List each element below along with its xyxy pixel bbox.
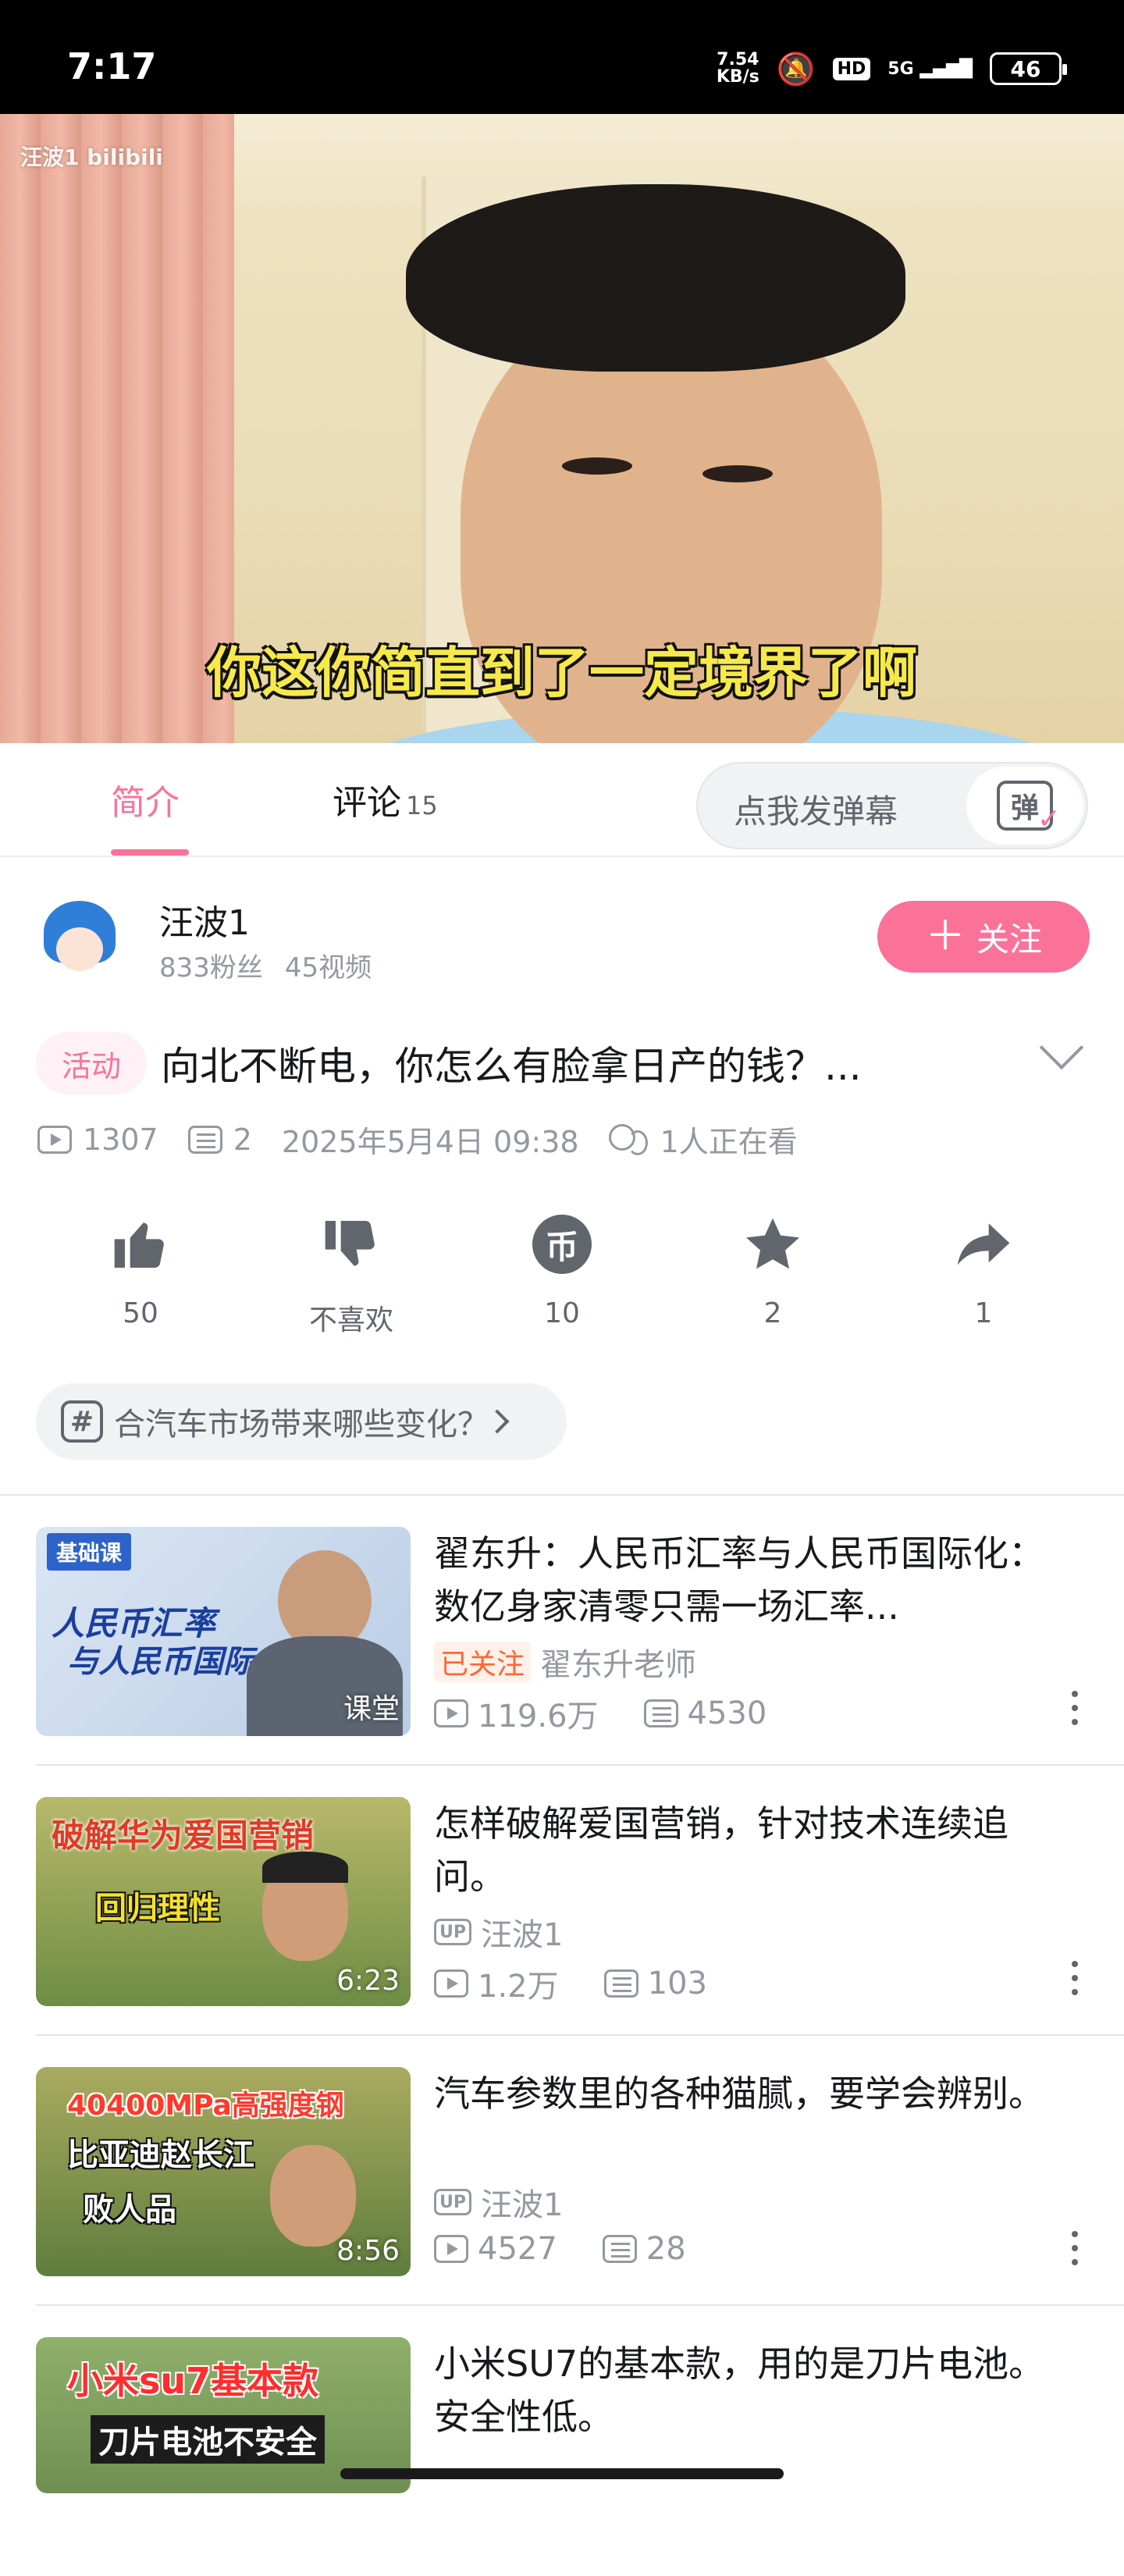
video-stats: 4527 28 <box>434 2231 686 2267</box>
signal-icon: 5G ▂▄▆█ <box>887 59 973 79</box>
battery-icon: 46 <box>990 52 1067 85</box>
video-author: 已关注 翟东升老师 <box>434 1639 696 1685</box>
like-button[interactable]: 50 <box>86 1212 195 1329</box>
topic-text: 合汽车市场带来哪些变化？ <box>114 1407 481 1443</box>
related-video-title: 怎样破解爱国营销，针对技术连续追问。 <box>434 1802 1008 1898</box>
up-icon: UP <box>434 1919 471 1945</box>
uploader-name[interactable]: 汪波1 <box>159 895 250 945</box>
related-video-item[interactable]: 小米su7基本款 刀片电池不安全 小米SU7的基本款，用的是刀片电池。安全性低。 <box>0 2306 1124 2576</box>
more-options-icon[interactable] <box>1071 1961 1079 1995</box>
danmaku-count-icon <box>602 2235 637 2263</box>
related-video-title: 汽车参数里的各种猫腻，要学会辨别。 <box>434 2073 1044 2115</box>
tab-bar: 简介 评论 15 点我发弹幕 弹 ✓ <box>0 743 1124 857</box>
more-options-icon[interactable] <box>1071 2231 1079 2265</box>
thumbs-up-icon <box>86 1212 195 1277</box>
share-count: 1 <box>974 1297 993 1329</box>
publish-date: 2025年5月4日 09:38 <box>281 1125 579 1159</box>
chevron-down-icon[interactable] <box>1039 1025 1084 1070</box>
related-video-item[interactable]: 基础课 人民币汇率 与人民币国际化 课堂 翟东升：人民币汇率与人民币国际化：数亿… <box>0 1496 1124 1766</box>
more-options-icon[interactable] <box>1071 1691 1079 1725</box>
video-duration: 课堂 <box>343 1693 400 1725</box>
video-stats: 1.2万 103 <box>434 1961 707 2006</box>
followed-badge: 已关注 <box>434 1642 532 1682</box>
status-bar: 7:17 7.54 KB/s 🔕 HD 5G ▂▄▆█ 46 <box>0 0 1124 114</box>
chevron-right-icon <box>485 1409 510 1434</box>
uploader-stats: 833粉丝 45视频 <box>159 946 393 984</box>
danmaku-count-icon <box>643 1699 678 1727</box>
up-icon: UP <box>434 2189 471 2215</box>
play-count-icon <box>434 1969 468 1998</box>
follow-button[interactable]: ＋ 关注 <box>877 901 1090 973</box>
mute-icon: 🔕 <box>776 51 816 87</box>
tab-indicator <box>111 849 189 856</box>
danmaku-count: 2 <box>233 1122 252 1157</box>
danmaku-toggle-button[interactable]: 弹 ✓ <box>966 767 1083 845</box>
video-author: UP 汪波1 <box>434 1909 563 1955</box>
plus-icon: ＋ <box>924 913 966 960</box>
video-author: UP 汪波1 <box>434 2179 563 2225</box>
video-player[interactable]: 汪波1 bilibili 你这你简直到了一定境界了啊 <box>0 114 1124 743</box>
favorite-button[interactable]: 2 <box>718 1212 827 1329</box>
tab-intro[interactable]: 简介 <box>111 774 180 824</box>
coin-icon: 币 <box>532 1215 592 1274</box>
avatar[interactable] <box>36 896 122 982</box>
activity-tag[interactable]: 活动 <box>36 1032 147 1094</box>
danmaku-count-icon <box>603 1969 638 1998</box>
related-video-item[interactable]: 40400MPa高强度钢 比亚迪赵长江 败人品 8:56 汽车参数里的各种猫腻，… <box>0 2036 1124 2306</box>
like-count: 50 <box>123 1297 158 1329</box>
network-speed: 7.54 KB/s <box>716 50 759 87</box>
related-video-title: 翟东升：人民币汇率与人民币国际化：数亿身家清零只需一场汇率... <box>434 1532 1044 1628</box>
share-arrow-icon <box>929 1212 1038 1277</box>
danmaku-icon: 弹 ✓ <box>997 781 1061 835</box>
thumbs-down-icon <box>297 1212 406 1277</box>
view-count: 1307 <box>83 1122 158 1157</box>
coin-button[interactable]: 币 10 <box>507 1212 617 1329</box>
video-title: 向北不断电，你怎么有脸拿日产的钱？... <box>161 1044 862 1089</box>
share-button[interactable]: 1 <box>929 1212 1038 1329</box>
star-icon <box>718 1212 827 1277</box>
status-icons: 7.54 KB/s 🔕 HD 5G ▂▄▆█ 46 <box>716 48 1067 89</box>
danmaku-placeholder: 点我发弹幕 <box>734 792 898 831</box>
watching-count: 1人正在看 <box>660 1125 798 1159</box>
play-count-icon <box>434 1699 468 1727</box>
video-thumbnail[interactable]: 40400MPa高强度钢 比亚迪赵长江 败人品 8:56 <box>36 2067 411 2276</box>
video-thumbnail[interactable]: 破解华为爱国营销 回归理性 6:23 <box>36 1797 411 2006</box>
dislike-button[interactable]: 不喜欢 <box>297 1212 406 1338</box>
tab-comments[interactable]: 评论 15 <box>333 774 438 824</box>
topic-chip[interactable]: # 合汽车市场带来哪些变化？ <box>36 1383 567 1460</box>
danmaku-input[interactable]: 点我发弹幕 弹 ✓ <box>696 762 1088 849</box>
video-stats: 119.6万 4530 <box>434 1691 767 1736</box>
clock: 7:17 <box>67 45 157 87</box>
viewers-icon <box>608 1123 649 1155</box>
video-meta: 1307 2 2025年5月4日 09:38 1人正在看 <box>37 1118 798 1161</box>
coin-count: 10 <box>544 1297 580 1329</box>
video-duration: 8:56 <box>336 2235 400 2267</box>
play-count-icon <box>434 2235 468 2263</box>
follower-count: 833粉丝 <box>159 952 263 984</box>
dislike-label: 不喜欢 <box>308 1304 393 1336</box>
video-duration: 6:23 <box>336 1965 400 1997</box>
video-subtitle: 你这你简直到了一定境界了啊 <box>207 641 917 705</box>
video-watermark: 汪波1 bilibili <box>20 144 163 170</box>
gesture-bar[interactable] <box>340 2468 784 2479</box>
danmaku-count-icon <box>187 1125 222 1154</box>
related-video-item[interactable]: 破解华为爱国营销 回归理性 6:23 怎样破解爱国营销，针对技术连续追问。 UP… <box>0 1766 1124 2036</box>
hashtag-icon: # <box>61 1400 103 1443</box>
video-thumbnail[interactable]: 基础课 人民币汇率 与人民币国际化 课堂 <box>36 1527 411 1736</box>
favorite-count: 2 <box>763 1297 782 1329</box>
video-count: 45视频 <box>284 952 372 984</box>
play-count-icon <box>37 1125 72 1154</box>
comment-count: 15 <box>406 791 438 820</box>
hd-icon: HD <box>832 57 871 80</box>
related-video-title: 小米SU7的基本款，用的是刀片电池。安全性低。 <box>434 2343 1045 2438</box>
